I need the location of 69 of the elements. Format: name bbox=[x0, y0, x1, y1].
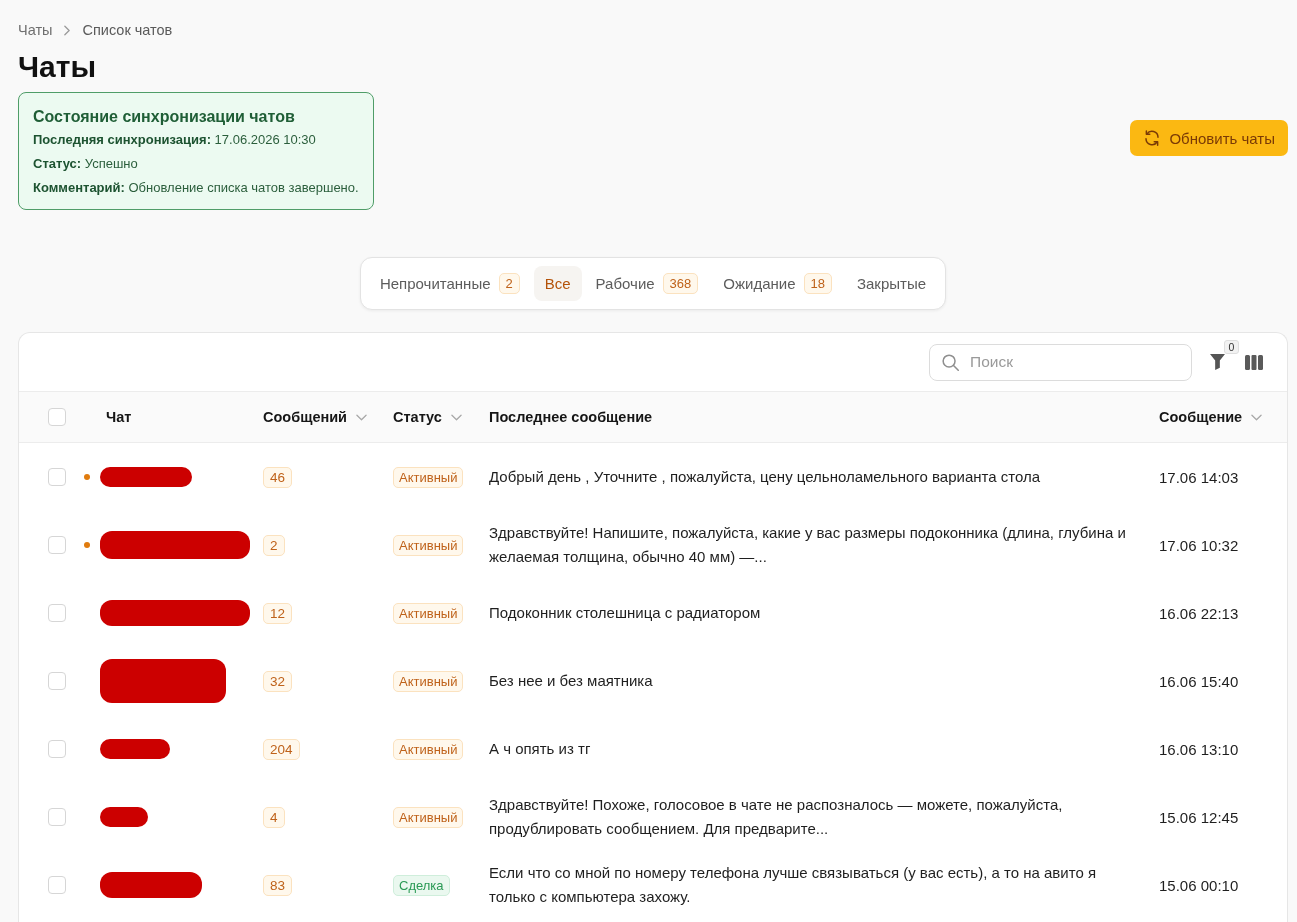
search-field[interactable]: Поиск bbox=[929, 343, 1192, 381]
redaction-mark bbox=[100, 739, 170, 759]
row-checkbox[interactable] bbox=[47, 740, 66, 758]
message-count-badge: 204 bbox=[263, 738, 300, 760]
column-header[interactable]: Сообщений bbox=[263, 409, 368, 425]
filter-icon[interactable] bbox=[1210, 354, 1225, 370]
sync-info-line: Последняя синхронизация: 17.06.2026 10:30 bbox=[33, 131, 317, 149]
breadcrumb-current: Список чатов bbox=[82, 21, 173, 40]
status-badge: Сделка bbox=[393, 874, 450, 896]
column-header: Чат bbox=[106, 409, 132, 425]
column-header: Последнее сообщение bbox=[489, 409, 653, 425]
last-message-text: Подоконник столешница с радиатором bbox=[489, 603, 761, 623]
last-message-text: Без нее и без маятника bbox=[489, 671, 653, 691]
message-count-badge: 2 bbox=[263, 534, 285, 556]
tab[interactable]: Все bbox=[533, 266, 582, 301]
row-checkbox[interactable] bbox=[47, 604, 66, 622]
last-message-text: А ч опять из тг bbox=[489, 739, 591, 759]
message-time: 15.06 00:10 bbox=[1159, 876, 1239, 894]
message-count-badge: 32 bbox=[263, 670, 293, 692]
row-checkbox[interactable] bbox=[47, 468, 66, 486]
last-message-text: Здравствуйте! Напишите, пожалуйста, какие у вас размеры подоконника (длина, глубина и желаемая толщина, обычно 40 мм) —... bbox=[489, 523, 1127, 567]
select-all-checkbox[interactable] bbox=[47, 408, 66, 426]
search-icon bbox=[942, 353, 959, 371]
tab[interactable]: Ожидание 18 bbox=[712, 266, 843, 301]
tab[interactable]: Закрытые bbox=[845, 266, 938, 301]
sync-info-line: Комментарий: Обновление списка чатов завершено. bbox=[33, 179, 359, 197]
row-checkbox[interactable] bbox=[47, 808, 66, 826]
message-count-badge: 4 bbox=[263, 806, 285, 828]
columns-icon[interactable] bbox=[1245, 354, 1263, 370]
sync-status-title: Состояние синхронизации чатов bbox=[33, 107, 296, 127]
last-message-text: Если что со мной по номеру телефона лучше связываться (у вас есть), а то на авито я только с компьютера захожу. bbox=[489, 863, 1098, 907]
count-badge: 18 bbox=[803, 273, 832, 294]
row-checkbox[interactable] bbox=[47, 536, 66, 554]
count-badge: 368 bbox=[662, 273, 699, 294]
message-count-badge: 12 bbox=[263, 602, 293, 624]
last-message-text: Добрый день , Уточните , пожалуйста, цену цельноламельного варианта стола bbox=[489, 467, 1041, 487]
tab[interactable]: Рабочие 368 bbox=[584, 266, 710, 301]
status-badge: Активный bbox=[393, 738, 464, 760]
message-time: 16.06 15:40 bbox=[1159, 672, 1239, 690]
last-message-text: Здравствуйте! Похоже, голосовое в чате не распозналось — можете, пожалуйста, продублировать сообщением. Для предварите... bbox=[489, 795, 1064, 839]
sync-info-line: Статус: Успешно bbox=[33, 155, 139, 173]
sort-chevron-icon bbox=[450, 413, 462, 421]
redaction-mark bbox=[100, 807, 148, 827]
tab[interactable]: Непрочитанные 2 bbox=[368, 266, 531, 301]
sort-chevron-icon bbox=[1251, 413, 1263, 421]
page-title: Чаты bbox=[18, 49, 97, 85]
row-checkbox[interactable] bbox=[47, 876, 66, 894]
status-badge: Активный bbox=[393, 602, 464, 624]
refresh-icon bbox=[1143, 129, 1162, 147]
message-time: 17.06 14:03 bbox=[1159, 468, 1239, 486]
count-badge: 2 bbox=[498, 273, 520, 294]
message-time: 15.06 12:45 bbox=[1159, 808, 1239, 826]
status-badge: Активный bbox=[393, 466, 464, 488]
filter-count-badge: 0 bbox=[1224, 340, 1239, 354]
column-header[interactable]: Сообщение bbox=[1159, 409, 1263, 425]
message-count-badge: 46 bbox=[263, 466, 293, 488]
column-header[interactable]: Статус bbox=[393, 409, 462, 425]
message-count-badge: 83 bbox=[263, 874, 293, 896]
sort-chevron-icon bbox=[356, 413, 368, 421]
breadcrumb-link[interactable]: Чаты bbox=[18, 20, 53, 40]
message-time: 16.06 22:13 bbox=[1159, 604, 1239, 622]
chevron-right-icon bbox=[64, 24, 71, 36]
status-badge: Активный bbox=[393, 534, 464, 556]
message-time: 16.06 13:10 bbox=[1159, 740, 1239, 758]
message-time: 17.06 10:32 bbox=[1159, 536, 1239, 554]
status-badge: Активный bbox=[393, 806, 464, 828]
refresh-button[interactable]: Обновить чаты bbox=[1130, 120, 1288, 156]
status-badge: Активный bbox=[393, 670, 464, 692]
row-checkbox[interactable] bbox=[47, 672, 66, 690]
